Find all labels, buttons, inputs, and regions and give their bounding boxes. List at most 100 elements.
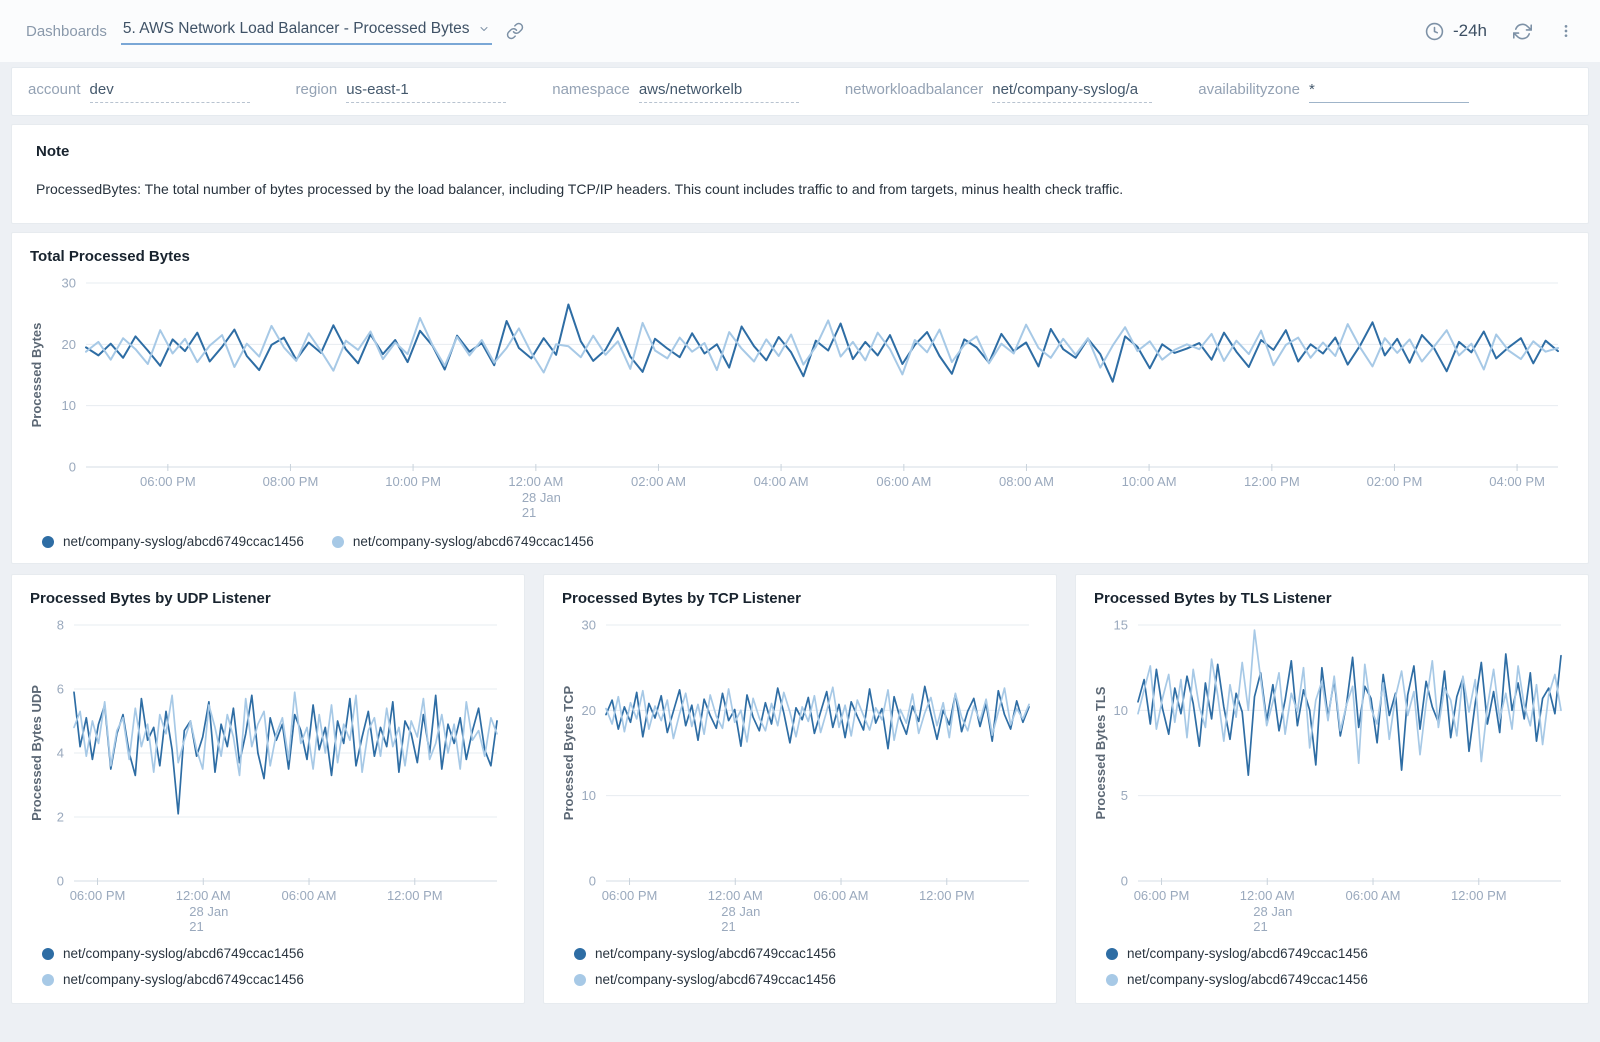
svg-text:6: 6 [57, 682, 64, 697]
svg-text:10:00 AM: 10:00 AM [1122, 474, 1177, 489]
panel-tcp-listener: Processed Bytes by TCP Listener 0102030P… [543, 574, 1057, 1004]
chart-title: Processed Bytes by TCP Listener [562, 590, 1040, 607]
time-range-button[interactable]: -24h [1425, 21, 1487, 41]
line-chart-total-processed-bytes: 0102030Processed Bytes06:00 PM08:00 PM10… [28, 271, 1572, 523]
panel-total-processed-bytes: Total Processed Bytes 0102030Processed B… [11, 232, 1589, 564]
filter-item-availabilityzone: availabilityzone * [1198, 81, 1469, 103]
note-panel: Note ProcessedBytes: The total number of… [11, 124, 1589, 224]
legend-item[interactable]: net/company-syslog/abcd6749ccac1456 [42, 972, 504, 987]
line-chart-udp-listener: 02468Processed Bytes UDP06:00 PM12:00 AM… [28, 613, 506, 933]
svg-text:12:00 PM: 12:00 PM [1244, 474, 1300, 489]
svg-text:12:00 AM: 12:00 AM [708, 888, 763, 903]
svg-text:06:00 AM: 06:00 AM [1346, 888, 1401, 903]
filter-bar: account dev region us-east-1 namespace a… [11, 67, 1589, 116]
series-label: net/company-syslog/abcd6749ccac1456 [63, 946, 304, 961]
top-header: Dashboards 5. AWS Network Load Balancer … [0, 0, 1600, 62]
svg-text:12:00 AM: 12:00 AM [176, 888, 231, 903]
svg-text:21: 21 [1253, 919, 1267, 933]
svg-text:04:00 PM: 04:00 PM [1489, 474, 1545, 489]
svg-text:28 Jan: 28 Jan [522, 490, 561, 505]
filter-value-region[interactable]: us-east-1 [346, 81, 506, 103]
svg-text:12:00 AM: 12:00 AM [508, 474, 563, 489]
svg-text:10:00 PM: 10:00 PM [385, 474, 441, 489]
series-dot-dark [42, 536, 54, 548]
panel-udp-listener: Processed Bytes by UDP Listener 02468Pro… [11, 574, 525, 1004]
svg-text:5: 5 [1121, 788, 1128, 803]
refresh-icon[interactable] [1513, 22, 1532, 41]
legend: net/company-syslog/abcd6749ccac1456 net/… [560, 938, 1040, 993]
line-chart-tls-listener: 051015Processed Bytes TLS06:00 PM12:00 A… [1092, 613, 1570, 933]
svg-text:06:00 PM: 06:00 PM [1134, 888, 1190, 903]
link-icon[interactable] [506, 22, 524, 40]
series-dot-dark [42, 948, 54, 960]
svg-text:30: 30 [62, 276, 76, 291]
series-label: net/company-syslog/abcd6749ccac1456 [1127, 972, 1368, 987]
svg-text:06:00 AM: 06:00 AM [814, 888, 869, 903]
svg-text:12:00 PM: 12:00 PM [919, 888, 975, 903]
svg-text:06:00 PM: 06:00 PM [140, 474, 196, 489]
series-dot-light [1106, 974, 1118, 986]
svg-text:20: 20 [582, 703, 596, 718]
svg-text:02:00 AM: 02:00 AM [631, 474, 686, 489]
time-range-label: -24h [1453, 21, 1487, 41]
svg-text:0: 0 [1121, 874, 1128, 889]
svg-text:20: 20 [62, 337, 76, 352]
svg-text:06:00 PM: 06:00 PM [602, 888, 658, 903]
legend-item[interactable]: net/company-syslog/abcd6749ccac1456 [1106, 946, 1568, 961]
svg-text:8: 8 [57, 618, 64, 633]
page-title: 5. AWS Network Load Balancer - Processed… [123, 20, 470, 38]
filter-value-availabilityzone[interactable]: * [1309, 81, 1469, 103]
kebab-menu-icon[interactable] [1558, 22, 1574, 40]
filter-value-networkloadbalancer[interactable]: net/company-syslog/a [992, 81, 1152, 103]
note-title: Note [36, 143, 1564, 160]
filter-value-namespace[interactable]: aws/networkelb [639, 81, 799, 103]
legend: net/company-syslog/abcd6749ccac1456 net/… [1092, 938, 1572, 993]
legend-item[interactable]: net/company-syslog/abcd6749ccac1456 [42, 946, 504, 961]
series-dot-light [332, 536, 344, 548]
legend-item[interactable]: net/company-syslog/abcd6749ccac1456 [574, 946, 1036, 961]
filter-label: availabilityzone [1198, 81, 1300, 98]
svg-text:0: 0 [57, 874, 64, 889]
legend-item[interactable]: net/company-syslog/abcd6749ccac1456 [42, 534, 304, 549]
svg-text:Processed Bytes TCP: Processed Bytes TCP [561, 685, 576, 820]
svg-text:06:00 AM: 06:00 AM [282, 888, 337, 903]
svg-text:21: 21 [721, 919, 735, 933]
svg-text:Processed Bytes: Processed Bytes [29, 323, 44, 428]
filter-item-namespace: namespace aws/networkelb [552, 81, 799, 103]
series-label: net/company-syslog/abcd6749ccac1456 [63, 534, 304, 549]
svg-text:12:00 PM: 12:00 PM [387, 888, 443, 903]
filter-item-region: region us-east-1 [296, 81, 507, 103]
svg-text:10: 10 [582, 788, 596, 803]
series-label: net/company-syslog/abcd6749ccac1456 [595, 972, 836, 987]
svg-text:Processed Bytes TLS: Processed Bytes TLS [1093, 686, 1108, 819]
series-label: net/company-syslog/abcd6749ccac1456 [595, 946, 836, 961]
series-label: net/company-syslog/abcd6749ccac1456 [1127, 946, 1368, 961]
series-label: net/company-syslog/abcd6749ccac1456 [63, 972, 304, 987]
filter-label: region [296, 81, 338, 98]
svg-text:0: 0 [69, 460, 76, 475]
svg-text:12:00 AM: 12:00 AM [1240, 888, 1295, 903]
svg-text:28 Jan: 28 Jan [1253, 904, 1292, 919]
filter-label: networkloadbalancer [845, 81, 983, 98]
svg-text:06:00 AM: 06:00 AM [876, 474, 931, 489]
legend-item[interactable]: net/company-syslog/abcd6749ccac1456 [574, 972, 1036, 987]
svg-text:4: 4 [57, 746, 64, 761]
series-dot-dark [574, 948, 586, 960]
chevron-down-icon [478, 23, 490, 35]
line-chart-tcp-listener: 0102030Processed Bytes TCP06:00 PM12:00 … [560, 613, 1038, 933]
series-dot-light [42, 974, 54, 986]
legend-item[interactable]: net/company-syslog/abcd6749ccac1456 [332, 534, 594, 549]
breadcrumb[interactable]: Dashboards [26, 23, 107, 40]
svg-text:2: 2 [57, 810, 64, 825]
series-dot-light [574, 974, 586, 986]
dashboard-title-dropdown[interactable]: 5. AWS Network Load Balancer - Processed… [121, 18, 492, 45]
filter-value-account[interactable]: dev [90, 81, 250, 103]
legend: net/company-syslog/abcd6749ccac1456 net/… [28, 528, 1572, 553]
clock-icon [1425, 22, 1444, 41]
svg-text:21: 21 [522, 505, 536, 520]
svg-text:28 Jan: 28 Jan [189, 904, 228, 919]
series-label: net/company-syslog/abcd6749ccac1456 [353, 534, 594, 549]
svg-text:08:00 AM: 08:00 AM [999, 474, 1054, 489]
svg-text:12:00 PM: 12:00 PM [1451, 888, 1507, 903]
legend-item[interactable]: net/company-syslog/abcd6749ccac1456 [1106, 972, 1568, 987]
